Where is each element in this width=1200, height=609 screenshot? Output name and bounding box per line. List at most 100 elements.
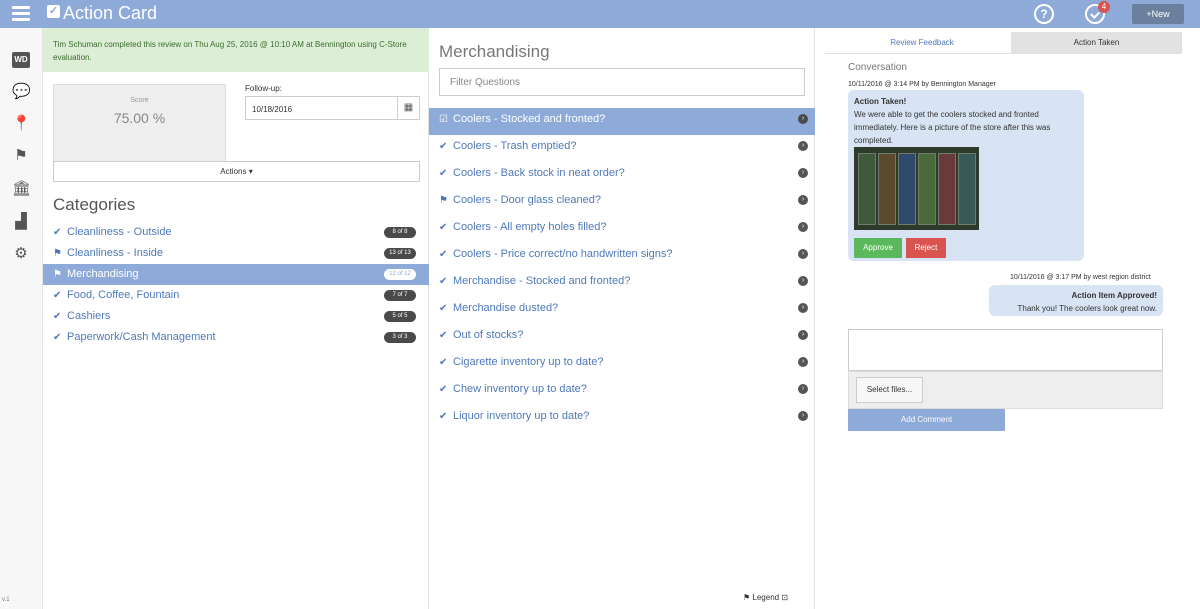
actions-label: Actions (220, 167, 247, 176)
check-icon: ✔ (439, 276, 448, 287)
chat-icon[interactable]: 💬 (12, 84, 31, 100)
feedback-panel: Review Feedback Action Taken Conversatio… (815, 28, 1200, 609)
new-button[interactable]: +New (1132, 4, 1184, 24)
comment-input[interactable] (848, 329, 1163, 371)
question-label: Coolers - Stocked and fronted? (453, 113, 606, 125)
top-bar: ✓ Action Card ? 4 +New (0, 0, 1200, 28)
question-item[interactable]: ✔ Out of stocks? › (429, 324, 815, 351)
chevron-right-icon: › (798, 195, 808, 205)
reject-button[interactable]: Reject (906, 238, 946, 258)
question-label: Coolers - Trash emptied? (453, 140, 577, 152)
message-bubble: Action Taken! We were able to get the co… (848, 90, 1084, 261)
question-item[interactable]: ✔ Chew inventory up to date? › (429, 378, 815, 405)
wd-logo-icon[interactable]: WD (12, 52, 30, 68)
category-item[interactable]: ⚑ Cleanliness - Inside 13 of 13 (43, 243, 429, 264)
message-meta: 10/11/2016 @ 3:17 PM by west region dist… (1010, 274, 1151, 281)
notifications-icon[interactable]: 4 (1085, 1, 1110, 24)
checkbox-icon: ☑ (439, 114, 448, 125)
conversation-title: Conversation (848, 62, 907, 73)
message-meta: 10/11/2016 @ 3:14 PM by Bennington Manag… (848, 81, 996, 88)
approve-button[interactable]: Approve (854, 238, 902, 258)
flag-icon: ⚑ (53, 248, 62, 259)
message-heading: Action Item Approved! (1071, 291, 1157, 300)
question-label: Merchandise dusted? (453, 302, 559, 314)
chevron-right-icon: › (798, 357, 808, 367)
chevron-right-icon: › (798, 114, 808, 124)
category-label: Food, Coffee, Fountain (67, 289, 180, 301)
category-label: Cleanliness - Outside (67, 226, 172, 238)
question-label: Coolers - All empty holes filled? (453, 221, 607, 233)
question-item[interactable]: ✔ Coolers - All empty holes filled? › (429, 216, 815, 243)
bank-icon[interactable]: 🏛 (12, 181, 31, 197)
category-label: Paperwork/Cash Management (67, 331, 216, 343)
questions-title: Merchandising (439, 42, 550, 61)
legend-button[interactable]: ⚑ Legend ⊡ (743, 593, 788, 602)
add-comment-button[interactable]: Add Comment (848, 409, 1005, 431)
check-icon: ✔ (439, 330, 448, 341)
category-item[interactable]: ✔ Paperwork/Cash Management 3 of 3 (43, 327, 429, 348)
question-label: Chew inventory up to date? (453, 383, 587, 395)
category-item[interactable]: ⚑ Merchandising 12 of 12 (43, 264, 429, 285)
flag-icon: ⚑ (439, 195, 448, 206)
info-icon: ⊡ (781, 593, 789, 602)
message-heading: Action Taken! (854, 97, 907, 106)
menu-icon[interactable] (12, 6, 30, 22)
help-icon[interactable]: ? (1034, 4, 1054, 24)
review-panel: Tim Schuman completed this review on Thu… (43, 28, 429, 609)
question-item[interactable]: ☑ Coolers - Stocked and fronted? › (429, 108, 815, 135)
chevron-right-icon: › (798, 303, 808, 313)
chevron-right-icon: › (798, 330, 808, 340)
category-count-badge: 8 of 8 (384, 227, 416, 238)
flag-icon[interactable]: ⚑ (12, 148, 30, 164)
location-pin-icon[interactable]: 📍 (12, 116, 31, 132)
question-item[interactable]: ✔ Merchandise - Stocked and fronted? › (429, 270, 815, 297)
tab-review-feedback[interactable]: Review Feedback (825, 32, 1019, 54)
check-icon: ✔ (439, 249, 448, 260)
question-item[interactable]: ✔ Coolers - Back stock in neat order? › (429, 162, 815, 189)
flag-icon: ⚑ (743, 593, 751, 602)
chevron-right-icon: › (798, 168, 808, 178)
question-label: Coolers - Back stock in neat order? (453, 167, 625, 179)
legend-label: Legend (752, 593, 780, 602)
category-item[interactable]: ✔ Cashiers 5 of 5 (43, 306, 429, 327)
question-item[interactable]: ✔ Cigarette inventory up to date? › (429, 351, 815, 378)
score-value: 75.00 % (113, 110, 166, 126)
message-body: We were able to get the coolers stocked … (854, 110, 1051, 145)
question-item[interactable]: ✔ Coolers - Price correct/no handwritten … (429, 243, 815, 270)
question-item[interactable]: ⚑ Coolers - Door glass cleaned? › (429, 189, 815, 216)
check-icon: ✔ (439, 411, 448, 422)
chevron-right-icon: › (798, 276, 808, 286)
followup-date-value: 10/18/2016 (252, 105, 293, 114)
flag-icon: ⚑ (53, 269, 62, 280)
categories-title: Categories (53, 195, 136, 214)
gear-icon[interactable]: ⚙ (12, 246, 30, 262)
actions-dropdown[interactable]: Actions ▾ (53, 161, 420, 182)
chevron-right-icon: › (798, 249, 808, 259)
calendar-icon[interactable]: ▦ (397, 97, 419, 119)
followup-date-field[interactable]: 10/18/2016 ▦ (245, 96, 420, 120)
check-icon: ✔ (439, 168, 448, 179)
category-item[interactable]: ✔ Cleanliness - Outside 8 of 8 (43, 222, 429, 243)
question-item[interactable]: ✔ Coolers - Trash emptied? › (429, 135, 815, 162)
question-item[interactable]: ✔ Liquor inventory up to date? › (429, 405, 815, 432)
select-files-button[interactable]: Select files... (856, 377, 923, 403)
question-label: Out of stocks? (453, 329, 524, 341)
questions-panel: Merchandising Filter Questions ☑ Coolers … (429, 28, 815, 609)
check-icon: ✔ (439, 357, 448, 368)
store-photo[interactable] (854, 147, 979, 230)
question-label: Cigarette inventory up to date? (453, 356, 604, 368)
message-bubble: Action Item Approved! Thank you! The coo… (989, 285, 1163, 316)
check-icon: ✔ (439, 222, 448, 233)
question-item[interactable]: ✔ Merchandise dusted? › (429, 297, 815, 324)
chevron-right-icon: › (798, 222, 808, 232)
filter-questions-input[interactable]: Filter Questions (439, 68, 805, 96)
tab-action-taken[interactable]: Action Taken (1011, 32, 1182, 54)
attachments-area: Select files... (848, 371, 1163, 409)
category-count-badge: 12 of 12 (384, 269, 416, 280)
category-item[interactable]: ✔ Food, Coffee, Fountain 7 of 7 (43, 285, 429, 306)
chart-icon[interactable]: ▟ (12, 214, 30, 230)
category-count-badge: 5 of 5 (384, 311, 416, 322)
check-icon: ✔ (53, 332, 62, 343)
review-note: Tim Schuman completed this review on Thu… (43, 28, 429, 72)
category-label: Cleanliness - Inside (67, 247, 163, 259)
